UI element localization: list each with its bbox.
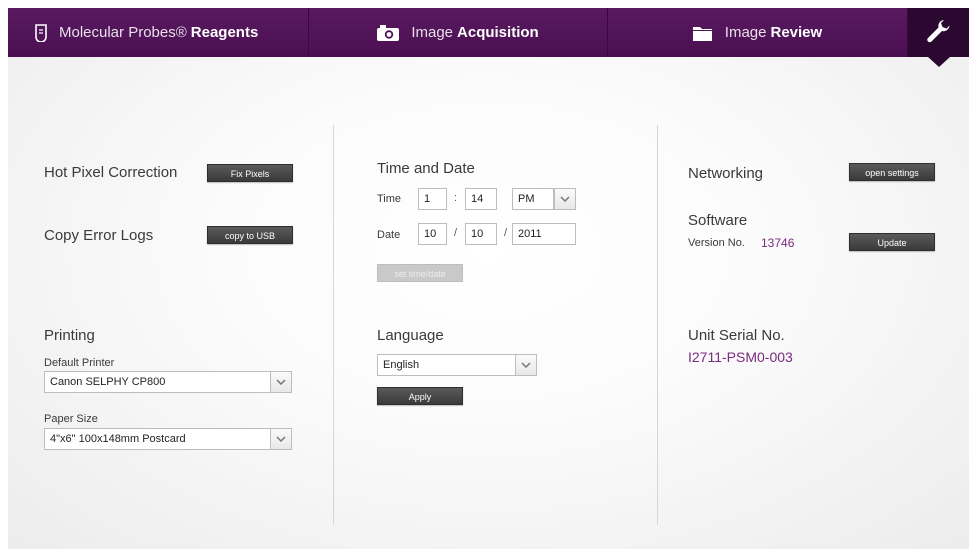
tab-image-review[interactable]: Image Review [608, 8, 908, 57]
serial-value: I2711-PSM0-003 [688, 349, 793, 365]
tab-review-label-prefix: Image [724, 24, 767, 41]
tab-reagents-label: Reagents [190, 24, 259, 41]
language-select[interactable]: English [377, 354, 516, 376]
year-field[interactable]: 2011 [512, 223, 576, 245]
networking-label: Networking [688, 165, 764, 182]
apply-button[interactable]: Apply [377, 387, 463, 405]
language-title: Language [377, 327, 444, 344]
version-label: Version No. [688, 237, 745, 249]
month-field[interactable]: 10 [418, 223, 447, 245]
fix-pixels-button[interactable]: Fix Pixels [207, 164, 293, 182]
tab-acquisition-label-prefix: Image [411, 24, 454, 41]
tab-review-label: Review [770, 24, 823, 41]
default-printer-label: Default Printer [44, 357, 115, 369]
chevron-down-icon[interactable] [554, 188, 576, 210]
tab-reagents[interactable]: Molecular Probes® Reagents [8, 8, 309, 57]
tab-reagents-label-prefix: Molecular Probes® [59, 24, 187, 41]
set-time-date-button[interactable]: set time/date [377, 264, 463, 282]
date-separator: / [454, 227, 458, 239]
folder-icon [692, 25, 713, 41]
column-divider [333, 125, 334, 525]
column-divider [657, 125, 658, 525]
date-separator: / [504, 227, 508, 239]
serial-title: Unit Serial No. [688, 327, 785, 344]
time-label: Time [377, 193, 402, 205]
active-tab-caret [928, 57, 950, 67]
time-separator: : [454, 192, 458, 204]
paper-size-select[interactable]: 4"x6" 100x148mm Postcard [44, 428, 271, 450]
default-printer-select[interactable]: Canon SELPHY CP800 [44, 371, 271, 393]
hot-pixel-label: Hot Pixel Correction [44, 164, 178, 181]
version-value: 13746 [761, 236, 795, 250]
hour-field[interactable]: 1 [418, 188, 447, 210]
chevron-down-icon[interactable] [515, 354, 537, 376]
printing-title: Printing [44, 327, 95, 344]
software-title: Software [688, 212, 748, 229]
tab-settings[interactable] [908, 8, 969, 67]
copy-to-usb-button[interactable]: copy to USB [207, 226, 293, 244]
camera-icon [377, 24, 400, 41]
vial-icon [35, 23, 47, 42]
update-button[interactable]: Update [849, 233, 935, 251]
day-field[interactable]: 10 [465, 223, 497, 245]
minute-field[interactable]: 14 [465, 188, 497, 210]
tab-acquisition-label: Acquisition [457, 24, 539, 41]
chevron-down-icon[interactable] [270, 371, 292, 393]
time-date-title: Time and Date [377, 160, 475, 177]
top-nav: Molecular Probes® Reagents Image Acquisi… [8, 8, 969, 67]
wrench-icon [926, 18, 952, 48]
tab-image-acquisition[interactable]: Image Acquisition [309, 8, 608, 57]
ampm-select[interactable]: PM [512, 188, 554, 210]
date-label: Date [377, 229, 401, 241]
settings-screen: Molecular Probes® Reagents Image Acquisi… [8, 8, 969, 549]
paper-size-label: Paper Size [44, 413, 98, 425]
copy-error-logs-label: Copy Error Logs [44, 227, 154, 244]
chevron-down-icon[interactable] [270, 428, 292, 450]
open-settings-button[interactable]: open settings [849, 163, 935, 181]
